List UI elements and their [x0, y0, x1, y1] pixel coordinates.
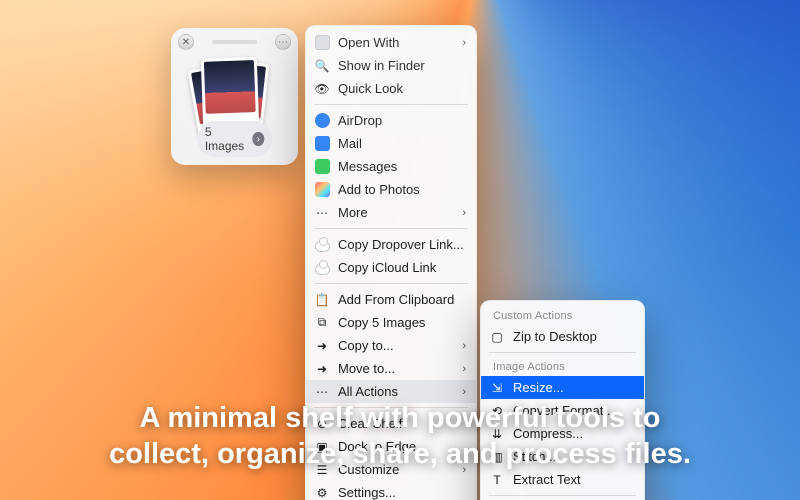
menu-item-label: Settings... [338, 485, 466, 500]
menu-separator [489, 352, 636, 353]
menu-item-copy-to[interactable]: ➜ Copy to... › [306, 334, 476, 357]
menu-item-copy-images[interactable]: ⧉ Copy 5 Images [306, 311, 476, 334]
menu-item-label: Mail [338, 136, 466, 151]
clipboard-icon: 📋 [314, 292, 330, 308]
menu-item-label: Copy Dropover Link... [338, 237, 466, 252]
text-icon: T [489, 472, 505, 488]
tagline-line: collect, organize, share, and process fi… [24, 436, 776, 472]
menu-item-label: Add From Clipboard [338, 292, 466, 307]
menu-item-quick-look[interactable]: 👁 Quick Look [306, 77, 476, 100]
menu-item-label: Messages [338, 159, 466, 174]
menu-item-label: Copy iCloud Link [338, 260, 466, 275]
chevron-right-icon: › [252, 132, 264, 146]
menu-item-copy-dropover-link[interactable]: Copy Dropover Link... [306, 233, 476, 256]
tagline-line: A minimal shelf with powerful tools to [24, 400, 776, 436]
archive-icon: ▢ [489, 329, 505, 345]
finder-icon: 🔍 [314, 58, 330, 74]
more-button[interactable]: ⋯ [275, 34, 291, 50]
drag-handle-icon[interactable] [212, 40, 257, 44]
cloud-icon [314, 237, 330, 253]
menu-separator [314, 104, 468, 105]
chevron-right-icon: › [462, 340, 466, 352]
menu-item-label: Copy 5 Images [338, 315, 466, 330]
shelf-titlebar: ✕ ⋯ [171, 34, 298, 50]
item-count-label: 5 Images [205, 125, 247, 153]
icloud-icon [314, 260, 330, 276]
menu-item-add-from-clipboard[interactable]: 📋 Add From Clipboard [306, 288, 476, 311]
menu-item-settings[interactable]: ⚙ Settings... [306, 481, 476, 500]
eye-icon: 👁 [314, 81, 330, 97]
menu-item-label: Copy to... [338, 338, 454, 353]
menu-separator [489, 495, 636, 496]
menu-item-label: Open With [338, 35, 454, 50]
submenu-item-zip-to-desktop[interactable]: ▢ Zip to Desktop [481, 325, 644, 348]
menu-item-label: AirDrop [338, 113, 466, 128]
menu-separator [314, 283, 468, 284]
menu-item-label: Resize... [513, 380, 634, 395]
marketing-tagline: A minimal shelf with powerful tools to c… [0, 400, 800, 473]
menu-item-move-to[interactable]: ➜ Move to... › [306, 357, 476, 380]
photos-icon [314, 182, 330, 198]
submenu-item-resize[interactable]: ⇲ Resize... [481, 376, 644, 399]
menu-item-label: Zip to Desktop [513, 329, 634, 344]
submenu-section-header: Custom Actions [481, 306, 644, 325]
menu-item-show-in-finder[interactable]: 🔍 Show in Finder [306, 54, 476, 77]
chevron-right-icon: › [462, 386, 466, 398]
menu-separator [314, 228, 468, 229]
close-button[interactable]: ✕ [178, 34, 194, 50]
ellipsis-icon: ⋯ [314, 205, 330, 221]
menu-item-airdrop[interactable]: AirDrop [306, 109, 476, 132]
submenu-section-header: Image Actions [481, 357, 644, 376]
menu-item-open-with[interactable]: Open With › [306, 31, 476, 54]
move-icon: ➜ [314, 361, 330, 377]
menu-item-add-to-photos[interactable]: Add to Photos [306, 178, 476, 201]
airdrop-icon [314, 113, 330, 129]
menu-item-messages[interactable]: Messages [306, 155, 476, 178]
shelf-panel[interactable]: ✕ ⋯ 5 Images › [171, 28, 298, 165]
chevron-right-icon: › [462, 363, 466, 375]
ellipsis-icon: ⋯ [314, 384, 330, 400]
gear-icon: ⚙ [314, 485, 330, 500]
menu-item-label: Move to... [338, 361, 454, 376]
menu-item-label: More [338, 205, 454, 220]
copy-icon: ⧉ [314, 315, 330, 331]
menu-item-label: Quick Look [338, 81, 466, 96]
mail-icon [314, 136, 330, 152]
menu-item-mail[interactable]: Mail [306, 132, 476, 155]
folder-arrow-icon: ➜ [314, 338, 330, 354]
menu-item-more[interactable]: ⋯ More › [306, 201, 476, 224]
app-icon [314, 35, 330, 51]
messages-icon [314, 159, 330, 175]
chevron-right-icon: › [462, 207, 466, 219]
menu-item-label: Show in Finder [338, 58, 466, 73]
menu-item-label: Extract Text [513, 472, 634, 487]
resize-icon: ⇲ [489, 380, 505, 396]
menu-item-label: Add to Photos [338, 182, 466, 197]
menu-item-label: All Actions [338, 384, 454, 399]
image-thumbnail [200, 57, 258, 129]
chevron-right-icon: › [462, 37, 466, 49]
app-screenshot: ✕ ⋯ 5 Images › Open With › 🔍 Show in Fin… [0, 0, 800, 500]
item-count-badge[interactable]: 5 Images › [197, 121, 272, 157]
menu-item-copy-icloud-link[interactable]: Copy iCloud Link [306, 256, 476, 279]
